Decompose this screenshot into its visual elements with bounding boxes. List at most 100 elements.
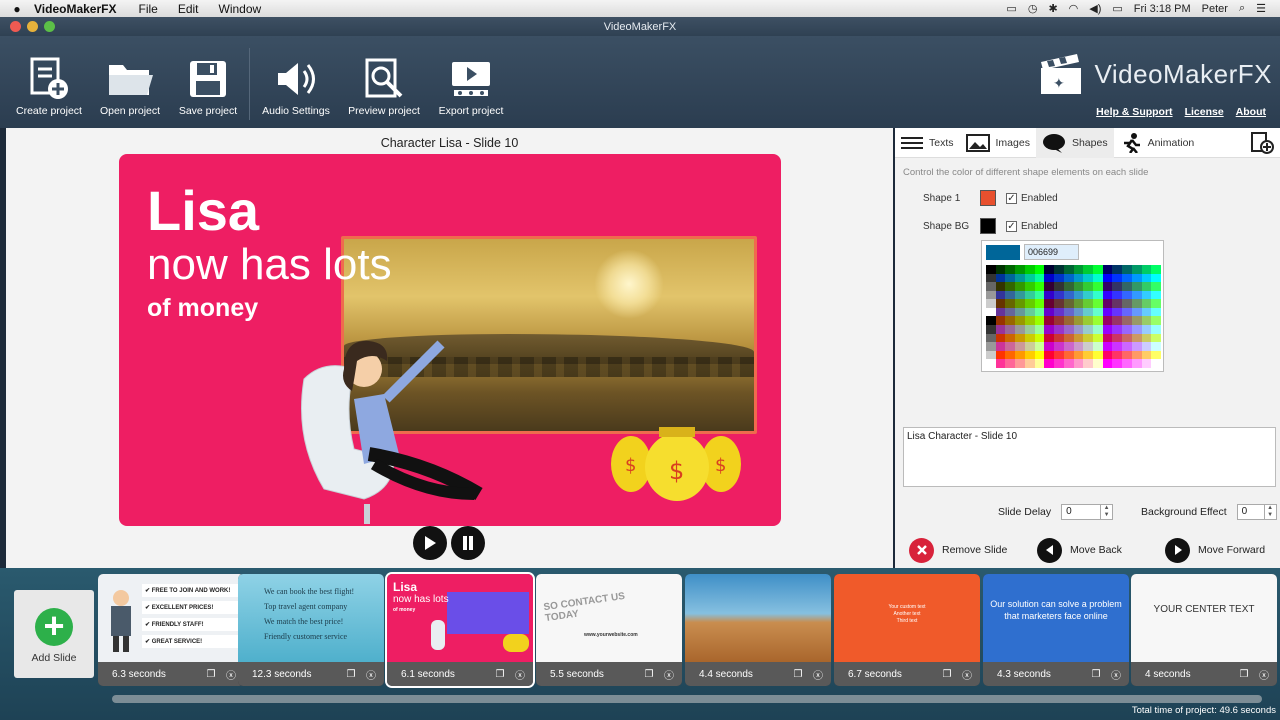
- color-grid[interactable]: [986, 265, 1161, 368]
- businessman-figure: [111, 590, 131, 652]
- menu-user[interactable]: Peter: [1202, 3, 1228, 15]
- menu-clock[interactable]: Fri 3:18 PM: [1134, 3, 1191, 15]
- license-link[interactable]: License: [1185, 106, 1224, 118]
- thumb1-line1: FREE TO JOIN AND WORK!: [151, 588, 231, 594]
- spotlight-search-icon[interactable]: ⌕: [1239, 2, 1245, 15]
- timeline-scrollbar[interactable]: [112, 695, 1262, 703]
- app-menu[interactable]: VideoMakerFX: [34, 2, 116, 16]
- duplicate-icon[interactable]: ❐: [344, 667, 358, 681]
- slide-tagline[interactable]: of money: [147, 294, 258, 323]
- slide-thumb-7[interactable]: Our solution can solve a problem that ma…: [983, 574, 1129, 686]
- tab-texts[interactable]: Texts: [895, 128, 960, 158]
- close-icon[interactable]: ⓧ: [960, 667, 974, 682]
- close-icon[interactable]: ⓧ: [1257, 667, 1271, 682]
- duplicate-icon[interactable]: ❐: [493, 667, 507, 681]
- pause-button[interactable]: [451, 526, 485, 560]
- window-title-bar: VideoMakerFX: [0, 17, 1280, 36]
- folder-icon: [90, 56, 170, 102]
- shapebg-color-swatch[interactable]: [980, 218, 996, 234]
- notifications-icon[interactable]: ☰: [1256, 2, 1266, 15]
- add-slide-button[interactable]: + Add Slide: [14, 590, 94, 678]
- close-window-button[interactable]: [10, 21, 21, 32]
- help-support-link[interactable]: Help & Support: [1096, 106, 1172, 118]
- close-icon[interactable]: ⓧ: [224, 667, 238, 682]
- close-icon[interactable]: ⓧ: [513, 667, 527, 682]
- slide-thumb-3[interactable]: Lisa now has lots of money 6.1 seconds ❐ ⓧ: [385, 572, 535, 688]
- slide-subheading[interactable]: now has lots: [147, 240, 392, 290]
- tab-shapes-label: Shapes: [1071, 136, 1108, 149]
- mac-menu-bar: ● VideoMakerFX File Edit Window ▭ ◷ ✱ ◠ …: [0, 0, 1280, 17]
- slide-preview[interactable]: Lisa now has lots of money $ $ $: [119, 154, 781, 526]
- menu-window[interactable]: Window: [219, 2, 262, 16]
- thumb2-line2: Top travel agent company: [264, 602, 348, 611]
- background-effect-label: Background Effect: [1141, 506, 1227, 518]
- audio-settings-button[interactable]: Audio Settings: [256, 56, 336, 117]
- close-icon[interactable]: ⓧ: [364, 667, 378, 682]
- duplicate-icon[interactable]: ❐: [204, 667, 218, 681]
- close-icon[interactable]: ⓧ: [1109, 667, 1123, 682]
- zoom-window-button[interactable]: [44, 21, 55, 32]
- menu-file[interactable]: File: [138, 2, 157, 16]
- create-project-button[interactable]: Create project: [9, 56, 89, 117]
- lisa-character[interactable]: [294, 329, 504, 526]
- remove-slide-button[interactable]: Remove Slide: [909, 535, 1007, 565]
- preview-project-label: Preview project: [348, 105, 420, 117]
- slide-thumb-1[interactable]: ✔ FREE TO JOIN AND WORK! ✔ EXCELLENT PRI…: [98, 574, 244, 686]
- volume-icon[interactable]: ◀): [1089, 2, 1101, 15]
- slide-thumb-8[interactable]: YOUR CENTER TEXT 4 seconds ❐ ⓧ: [1131, 574, 1277, 686]
- thumb2-duration: 12.3 seconds: [252, 668, 312, 680]
- tab-images[interactable]: Images: [960, 128, 1036, 158]
- slide-thumb-6[interactable]: Your custom text Another text Third text…: [834, 574, 980, 686]
- slide-thumb-5[interactable]: 4.4 seconds ❐ ⓧ: [685, 574, 831, 686]
- wifi-icon[interactable]: ◠: [1069, 2, 1079, 15]
- save-project-button[interactable]: Save project: [168, 56, 248, 117]
- move-back-button[interactable]: Move Back: [1037, 535, 1122, 565]
- stepper-arrows-icon[interactable]: ▲ ▼: [1263, 505, 1276, 519]
- slide-thumb-4[interactable]: SO CONTACT US TODAY www.yourwebsite.com …: [536, 574, 682, 686]
- slide-thumb-2[interactable]: We can book the best flight! Top travel …: [238, 574, 384, 686]
- close-icon[interactable]: ⓧ: [811, 667, 825, 682]
- clock-history-icon[interactable]: ◷: [1028, 2, 1038, 15]
- export-project-button[interactable]: Export project: [431, 56, 511, 117]
- remove-icon: [909, 537, 934, 563]
- shapebg-enabled-checkbox[interactable]: ✓: [1006, 220, 1017, 232]
- tab-animation[interactable]: Animation: [1114, 128, 1201, 158]
- about-link[interactable]: About: [1236, 106, 1266, 118]
- menu-edit[interactable]: Edit: [178, 2, 199, 16]
- duplicate-icon[interactable]: ❐: [1089, 667, 1103, 681]
- stepper-arrows-icon[interactable]: ▲ ▼: [1100, 505, 1112, 519]
- battery-icon[interactable]: ▭: [1112, 2, 1122, 15]
- apple-icon[interactable]: ●: [0, 2, 34, 16]
- duplicate-icon[interactable]: ❐: [1237, 667, 1251, 681]
- thumb3-line2: now has lots: [393, 594, 449, 605]
- slide-description-field[interactable]: Lisa Character - Slide 10: [903, 427, 1276, 487]
- background-effect-stepper[interactable]: 0 ▲ ▼: [1236, 504, 1277, 520]
- duplicate-icon[interactable]: ❐: [791, 667, 805, 681]
- camera-icon[interactable]: ▭: [1006, 2, 1016, 15]
- minimize-window-button[interactable]: [27, 21, 38, 32]
- duplicate-icon[interactable]: ❐: [940, 667, 954, 681]
- add-element-button[interactable]: [1244, 128, 1280, 158]
- thumb1-duration: 6.3 seconds: [112, 668, 166, 680]
- open-project-button[interactable]: Open project: [90, 56, 170, 117]
- image-icon: [965, 133, 990, 152]
- shape1-enabled-checkbox[interactable]: ✓: [1006, 192, 1017, 204]
- shape1-color-swatch[interactable]: [980, 190, 996, 206]
- pause-icon: [463, 536, 473, 550]
- thumb7-duration: 4.3 seconds: [997, 668, 1051, 680]
- duplicate-icon[interactable]: ❐: [642, 667, 656, 681]
- slide-delay-stepper[interactable]: 0 ▲ ▼: [1061, 504, 1114, 520]
- move-forward-button[interactable]: Move Forward: [1165, 535, 1265, 565]
- money-bags[interactable]: $ $ $: [609, 409, 749, 504]
- color-picker[interactable]: 006699: [981, 240, 1164, 372]
- close-icon[interactable]: ⓧ: [662, 667, 676, 682]
- slide-heading[interactable]: Lisa: [147, 178, 259, 243]
- thumb3-line1: Lisa: [393, 580, 418, 594]
- hex-input[interactable]: 006699: [1024, 244, 1079, 260]
- bluetooth-icon[interactable]: ✱: [1048, 2, 1057, 15]
- play-button[interactable]: [413, 526, 447, 560]
- save-project-label: Save project: [178, 105, 238, 117]
- preview-project-button[interactable]: Preview project: [344, 56, 424, 117]
- preview-icon: [344, 56, 424, 102]
- tab-shapes[interactable]: Shapes: [1035, 127, 1114, 158]
